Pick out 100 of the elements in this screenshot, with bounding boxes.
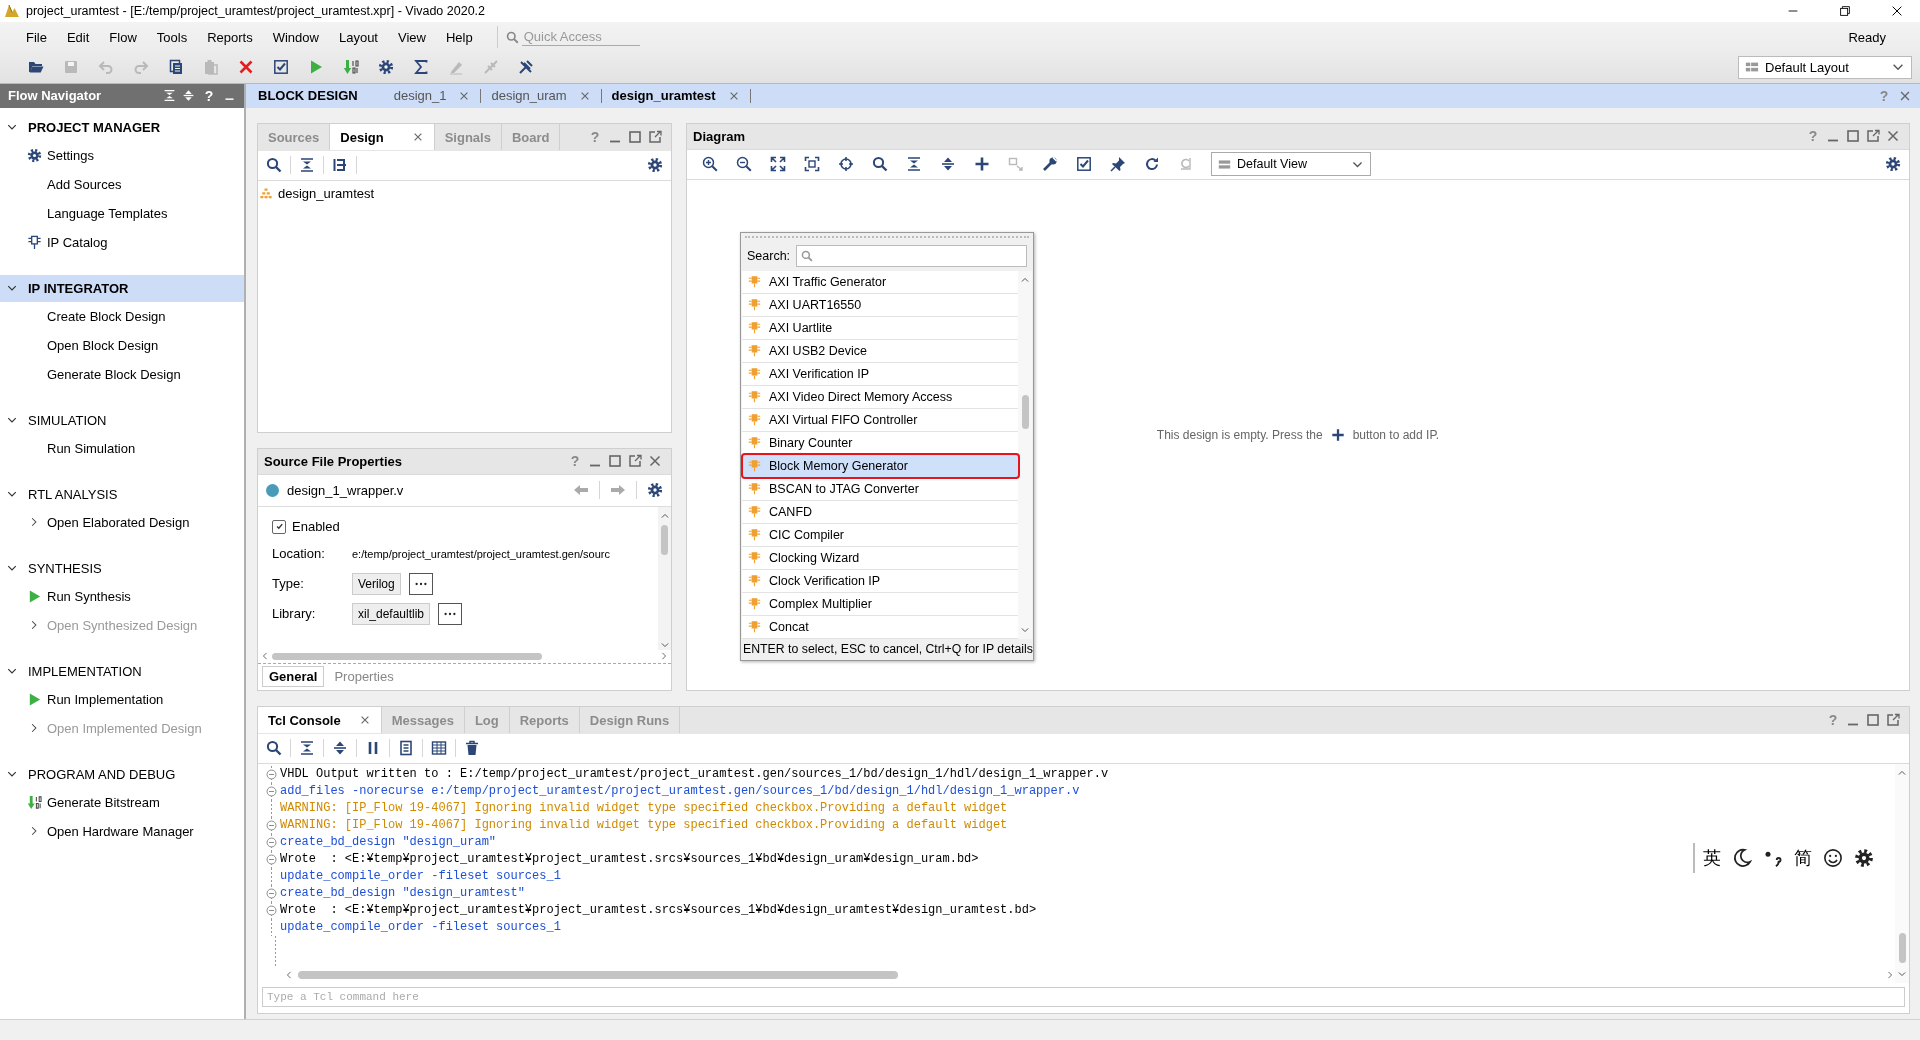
delete-icon[interactable] [237, 59, 254, 75]
ip-list-item[interactable]: Concat [742, 615, 1018, 639]
browse-button[interactable] [408, 572, 433, 595]
checkbox[interactable] [272, 519, 286, 534]
ip-list-item[interactable]: CIC Compiler [742, 523, 1018, 547]
scrollbar-thumb[interactable] [661, 524, 668, 555]
search-field[interactable] [796, 244, 1027, 267]
search-icon[interactable] [872, 156, 888, 173]
hierarchy-icon[interactable] [332, 157, 348, 174]
nav-section-header[interactable]: SYNTHESIS [0, 554, 244, 582]
search-icon[interactable] [266, 740, 282, 757]
collapse-node-icon[interactable] [264, 784, 278, 798]
ip-list-item[interactable]: Clock Verification IP [742, 569, 1018, 593]
collapse-all-icon[interactable] [299, 157, 315, 174]
document-tab[interactable]: design_uramtest [601, 88, 751, 103]
ip-list-item[interactable]: AXI Virtual FIFO Controller [742, 408, 1018, 432]
scrollbar-thumb[interactable] [298, 971, 898, 980]
table-icon[interactable] [431, 740, 447, 757]
copy-icon[interactable] [167, 59, 184, 75]
moon-icon[interactable] [1732, 848, 1752, 868]
wrench-icon[interactable] [1042, 156, 1058, 173]
checked-box-icon[interactable] [1076, 156, 1092, 173]
expand-all-icon[interactable] [182, 89, 195, 103]
fit-selection-icon[interactable] [804, 156, 820, 173]
nav-section-header[interactable]: IMPLEMENTATION [0, 657, 244, 685]
document-tab[interactable]: design_uram [481, 88, 602, 103]
download-arrow-icon[interactable] [342, 59, 359, 75]
menu-item[interactable]: Tools [146, 29, 198, 45]
collapse-node-icon[interactable] [264, 818, 278, 832]
nav-item[interactable]: Open Elaborated Design [47, 514, 190, 530]
maximize-icon[interactable] [1865, 712, 1881, 729]
collapse-all-icon[interactable] [299, 740, 315, 757]
settings-icon[interactable] [377, 59, 394, 75]
ip-list-item[interactable]: AXI UART16550 [742, 293, 1018, 317]
collapse-node-icon[interactable] [264, 852, 278, 866]
zoom-out-icon[interactable] [736, 156, 752, 173]
close-icon[interactable] [1890, 4, 1904, 18]
menu-item[interactable]: Edit [56, 29, 100, 45]
checked-box-icon[interactable] [272, 59, 289, 75]
nav-item[interactable]: Open Hardware Manager [47, 823, 194, 839]
nav-item[interactable]: Run Simulation [47, 440, 136, 456]
nav-item[interactable]: Create Block Design [47, 308, 166, 324]
ip-list-item[interactable]: AXI Uartlite [742, 316, 1018, 340]
add-icon[interactable] [974, 156, 990, 173]
collapse-node-icon[interactable] [264, 903, 278, 917]
view-dropdown[interactable]: Default View [1211, 152, 1371, 177]
nav-section-header[interactable]: RTL ANALYSIS [0, 480, 244, 508]
crosshair-icon[interactable] [838, 156, 854, 173]
fit-view-icon[interactable] [770, 156, 786, 173]
panel-tab[interactable]: Tcl Console [258, 707, 382, 734]
menu-item[interactable]: Layout [328, 29, 388, 45]
nav-item[interactable]: Open Block Design [47, 337, 159, 353]
value-field[interactable]: xil_defaultlib [352, 602, 431, 625]
nav-item[interactable]: Settings [47, 147, 94, 163]
zoom-in-icon[interactable] [702, 156, 718, 173]
expand-all-icon[interactable] [332, 740, 348, 757]
document-icon[interactable] [398, 740, 414, 757]
ime-mode-button[interactable]: 英 [1703, 846, 1721, 870]
layout-dropdown[interactable]: Default Layout [1738, 55, 1912, 79]
menu-item[interactable]: Help [435, 29, 483, 45]
tool-icon[interactable] [517, 59, 534, 75]
refresh-icon[interactable] [1144, 156, 1160, 173]
nav-item[interactable]: Run Synthesis [47, 588, 131, 604]
ip-list-item[interactable]: Block Memory Generator [742, 454, 1018, 478]
panel-tab[interactable]: Properties [328, 667, 400, 687]
browse-button[interactable] [438, 602, 463, 625]
settings-icon[interactable] [647, 482, 663, 499]
menu-item[interactable]: Reports [197, 29, 263, 45]
collapse-all-icon[interactable] [906, 156, 922, 173]
nav-section-header[interactable]: PROJECT MANAGER [0, 113, 244, 141]
nav-item[interactable]: Language Templates [47, 205, 168, 221]
panel-tab[interactable]: General [262, 666, 325, 688]
tree-item[interactable]: design_uramtest [278, 185, 375, 201]
collapse-node-icon[interactable] [264, 767, 278, 781]
nav-item[interactable]: Generate Bitstream [47, 794, 160, 810]
command-input[interactable]: Type a Tcl command here [262, 987, 1905, 1008]
trash-icon[interactable] [464, 740, 480, 757]
nav-section-header[interactable]: IP INTEGRATOR [0, 274, 244, 302]
search-icon[interactable] [266, 157, 282, 174]
nav-item[interactable]: Generate Block Design [47, 366, 181, 382]
sigma-icon[interactable] [412, 59, 429, 75]
float-icon[interactable] [1865, 128, 1881, 145]
settings-icon[interactable] [647, 157, 663, 174]
ip-list-item[interactable]: Clocking Wizard [742, 546, 1018, 570]
collapse-node-icon[interactable] [264, 886, 278, 900]
expand-all-icon[interactable] [940, 156, 956, 173]
nav-section-header[interactable]: PROGRAM AND DEBUG [0, 760, 244, 788]
ip-list-item[interactable]: AXI USB2 Device [742, 339, 1018, 363]
nav-item[interactable]: Run Implementation [47, 691, 164, 707]
ip-list-item[interactable]: AXI Video Direct Memory Access [742, 385, 1018, 409]
value-field[interactable]: Verilog [352, 572, 401, 595]
maximize-icon[interactable] [1845, 128, 1861, 145]
menu-item[interactable]: File [16, 29, 57, 45]
collapse-node-icon[interactable] [264, 835, 278, 849]
ip-list-item[interactable]: AXI Traffic Generator [742, 270, 1018, 294]
nav-item[interactable]: Add Sources [47, 176, 122, 192]
ip-list-item[interactable]: AXI Verification IP [742, 362, 1018, 386]
scrollbar-thumb[interactable] [1898, 933, 1906, 964]
menu-item[interactable]: View [388, 29, 436, 45]
float-icon[interactable] [627, 453, 643, 470]
